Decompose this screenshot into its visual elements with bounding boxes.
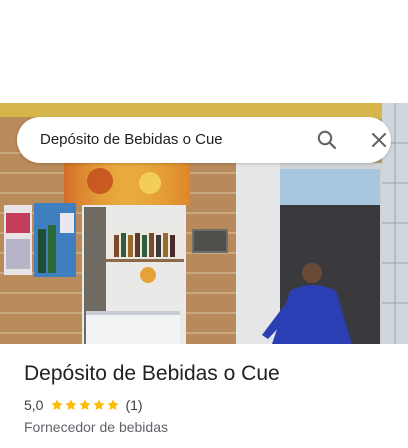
star-icon bbox=[79, 399, 92, 411]
place-category[interactable]: Fornecedor de bebidas bbox=[24, 417, 394, 437]
star-icon bbox=[65, 399, 78, 411]
rating-stars bbox=[50, 398, 120, 412]
star-icon bbox=[51, 399, 64, 411]
rating-value: 5,0 bbox=[24, 397, 44, 413]
search-bar[interactable]: Depósito de Bebidas o Cue bbox=[17, 117, 391, 163]
place-card: Depósito de Bebidas o Cue Depósito de Be… bbox=[0, 0, 408, 448]
rating-row[interactable]: 5,0 (1) bbox=[24, 395, 394, 415]
search-icon[interactable] bbox=[315, 128, 339, 152]
place-info: Depósito de Bebidas o Cue 5,0 (1) Fornec… bbox=[24, 360, 394, 437]
star-icon bbox=[93, 399, 106, 411]
review-count[interactable]: (1) bbox=[125, 397, 142, 413]
place-title: Depósito de Bebidas o Cue bbox=[24, 362, 280, 385]
search-input[interactable]: Depósito de Bebidas o Cue bbox=[40, 117, 223, 163]
close-icon[interactable] bbox=[367, 128, 391, 152]
star-icon bbox=[107, 399, 120, 411]
